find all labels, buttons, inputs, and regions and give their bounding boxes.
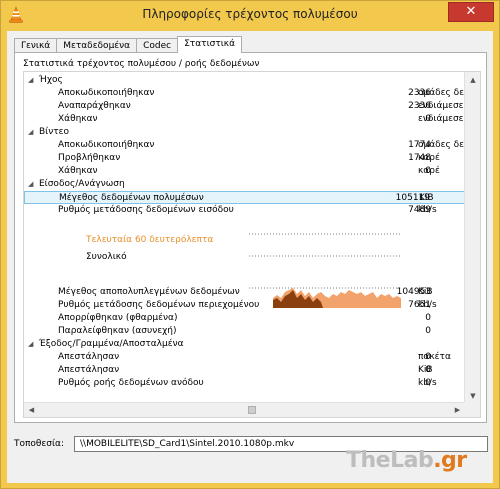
tree-row[interactable]: Απορρίφθηκαν (φθαρμένα) 0 <box>24 312 465 325</box>
row-label: Χάθηκαν <box>58 166 98 176</box>
tree-row[interactable]: Αποκωδικοποιήθηκαν 2336 ομάδες δεδομένων <box>24 87 476 100</box>
row-label: Χάθηκαν <box>58 114 98 124</box>
tree-row[interactable]: Αναπαράχθηκαν 2336 ενδιάμεσες μνήμης <box>24 100 476 113</box>
graph-legend-last-60s: Τελευταία 60 δευτερόλεπτα <box>86 235 214 245</box>
tree-group-video[interactable]: ◢ Βίντεο <box>24 126 465 139</box>
tab-statistics[interactable]: Στατιστικά <box>177 36 243 53</box>
tree-row[interactable]: Χάθηκαν 0 καρέ <box>24 165 465 178</box>
watermark-text: TheLab <box>346 448 434 473</box>
tree-row[interactable]: Ρυθμός ροής δεδομένων ανόδου 0 kb/s <box>24 377 465 390</box>
graph-legend-total: Συνολικό <box>86 252 127 262</box>
tree-group-audio[interactable]: ◢ Ήχος <box>24 74 465 87</box>
row-value: 0 <box>425 326 431 336</box>
dialog-body: Γενικά Μεταδεδομένα Codec Στατιστικά Στα… <box>7 31 493 483</box>
group-label: Είσοδος/Ανάγνωση <box>39 179 125 189</box>
scroll-left-icon[interactable]: ◀ <box>24 403 39 417</box>
row-label: Αποκωδικοποιήθηκαν <box>58 140 155 150</box>
vertical-scrollbar[interactable]: ▲ ▼ <box>464 72 480 404</box>
location-label: Τοποθεσία: <box>14 439 65 449</box>
tree-row[interactable]: Χάθηκαν 0 ενδιάμεσες μνήμης <box>24 113 476 126</box>
panel-caption: Στατιστικά τρέχοντος πολυμέσου / ροής δε… <box>23 59 260 69</box>
row-label: Αποκωδικοποιήθηκαν <box>58 88 155 98</box>
scroll-right-icon[interactable]: ▶ <box>450 403 465 417</box>
tree-row[interactable]: Παραλείφθηκαν (ασυνεχή) 0 <box>24 325 465 338</box>
tree-row[interactable]: Αποκωδικοποιήθηκαν 1774 ομάδες δεδομένων <box>24 139 476 152</box>
expand-arrow-icon[interactable]: ◢ <box>28 74 38 87</box>
row-value: 0 <box>425 313 431 323</box>
statistics-tree: ◢ Ήχος Αποκωδικοποιήθηκαν 2336 ομάδες δε… <box>23 71 481 418</box>
row-label: Αναπαράχθηκαν <box>58 101 131 111</box>
row-label: Ρυθμός μετάδοσης δεδομένων περιεχομένου <box>58 300 260 310</box>
tree-row[interactable]: Ρυθμός μετάδοσης δεδομένων εισόδου 7489 … <box>24 204 465 217</box>
row-label: Προβλήθηκαν <box>58 153 121 163</box>
horizontal-scrollbar[interactable]: ◀ ▶ <box>24 402 465 417</box>
tab-strip: Γενικά Μεταδεδομένα Codec Στατιστικά <box>14 36 243 53</box>
tab-codec[interactable]: Codec <box>136 38 179 53</box>
group-label: Ήχος <box>39 75 63 85</box>
tree-row[interactable]: Απεστάλησαν 0 KiB <box>24 364 465 377</box>
scroll-thumb[interactable] <box>248 406 256 414</box>
expand-arrow-icon[interactable]: ◢ <box>28 126 38 139</box>
tree-row[interactable]: Προβλήθηκαν 1748 καρέ <box>24 152 465 165</box>
tree-row[interactable]: Ρυθμός μετάδοσης δεδομένων περιεχομένου … <box>24 299 465 312</box>
close-button[interactable]: ✕ <box>448 2 494 22</box>
group-label: Βίντεο <box>39 127 70 137</box>
media-info-window: Πληροφορίες τρέχοντος πολυμέσου ✕ Γενικά… <box>0 0 500 489</box>
group-label: Έξοδος/Γραμμένα/Αποσταλμένα <box>39 339 184 349</box>
statistics-panel: Στατιστικά τρέχοντος πολυμέσου / ροής δε… <box>14 52 487 423</box>
row-label: Μέγεθος αποπολυπλεγμένων δεδομένων <box>58 287 240 297</box>
row-label: Απεστάλησαν <box>58 365 120 375</box>
tree-row[interactable]: Απεστάλησαν 0 πακέτα <box>24 351 465 364</box>
expand-arrow-icon[interactable]: ◢ <box>28 178 38 191</box>
tree-row-selected[interactable]: Μέγεθος δεδομένων πολυμέσων 105119 KiB <box>24 191 465 204</box>
watermark-suffix: .gr <box>433 448 467 473</box>
scroll-up-icon[interactable]: ▲ <box>465 72 480 88</box>
watermark-logo: TheLab.gr <box>346 448 467 473</box>
tree-group-input[interactable]: ◢ Είσοδος/Ανάγνωση <box>24 178 465 191</box>
row-label: Απεστάλησαν <box>58 352 120 362</box>
tree-row[interactable]: Μέγεθος αποπολυπλεγμένων δεδομένων 10495… <box>24 286 465 299</box>
title-bar: Πληροφορίες τρέχοντος πολυμέσου ✕ <box>1 1 499 29</box>
expand-arrow-icon[interactable]: ◢ <box>28 338 38 351</box>
row-label: Παραλείφθηκαν (ασυνεχή) <box>58 326 177 336</box>
tree-group-output[interactable]: ◢ Έξοδος/Γραμμένα/Αποσταλμένα <box>24 338 465 351</box>
scroll-corner <box>464 402 480 417</box>
row-label: Ρυθμός μετάδοσης δεδομένων εισόδου <box>58 205 234 215</box>
tab-metadata[interactable]: Μεταδεδομένα <box>56 38 138 53</box>
tab-general[interactable]: Γενικά <box>14 38 58 53</box>
row-label: Ρυθμός ροής δεδομένων ανόδου <box>58 378 204 388</box>
row-label: Απορρίφθηκαν (φθαρμένα) <box>58 313 178 323</box>
window-title: Πληροφορίες τρέχοντος πολυμέσου <box>142 7 358 21</box>
